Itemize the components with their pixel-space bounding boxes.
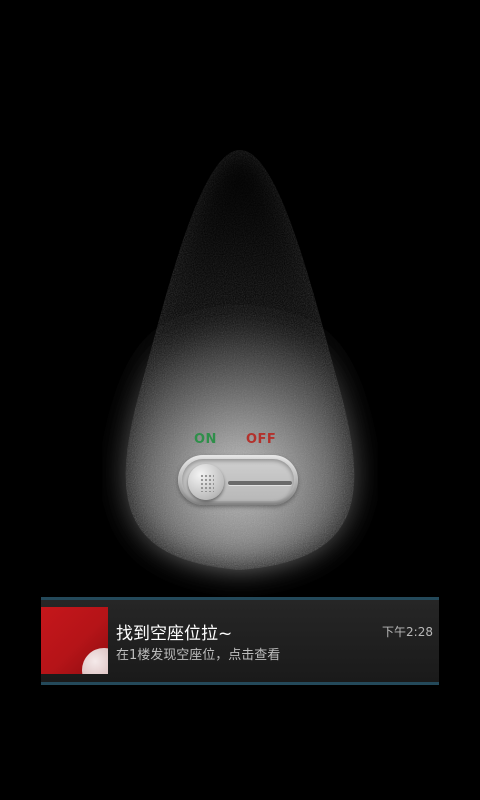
on-label: ON: [194, 432, 217, 447]
switch-labels: ON OFF: [180, 432, 300, 450]
switch-track: [182, 459, 294, 501]
switch-slot: [228, 481, 292, 485]
page-curl-icon: [82, 648, 108, 674]
knob-grip-icon: [200, 474, 214, 492]
notification-title: 找到空座位拉~: [116, 624, 233, 644]
notification-time: 下午2:28: [382, 625, 433, 639]
red-app-thumbnail-icon: [41, 607, 108, 674]
off-label: OFF: [246, 432, 277, 447]
notification-body: 在1楼发现空座位，点击查看: [116, 648, 281, 663]
flashlight-toggle-switch[interactable]: [178, 455, 298, 505]
switch-knob[interactable]: [188, 464, 224, 500]
notification-card[interactable]: 找到空座位拉~ 在1楼发现空座位，点击查看 下午2:28: [41, 597, 439, 685]
flashlight-screen: ON OFF 找到空座位拉~ 在1楼发现空座位，点击查看 下午2:28: [0, 0, 480, 800]
